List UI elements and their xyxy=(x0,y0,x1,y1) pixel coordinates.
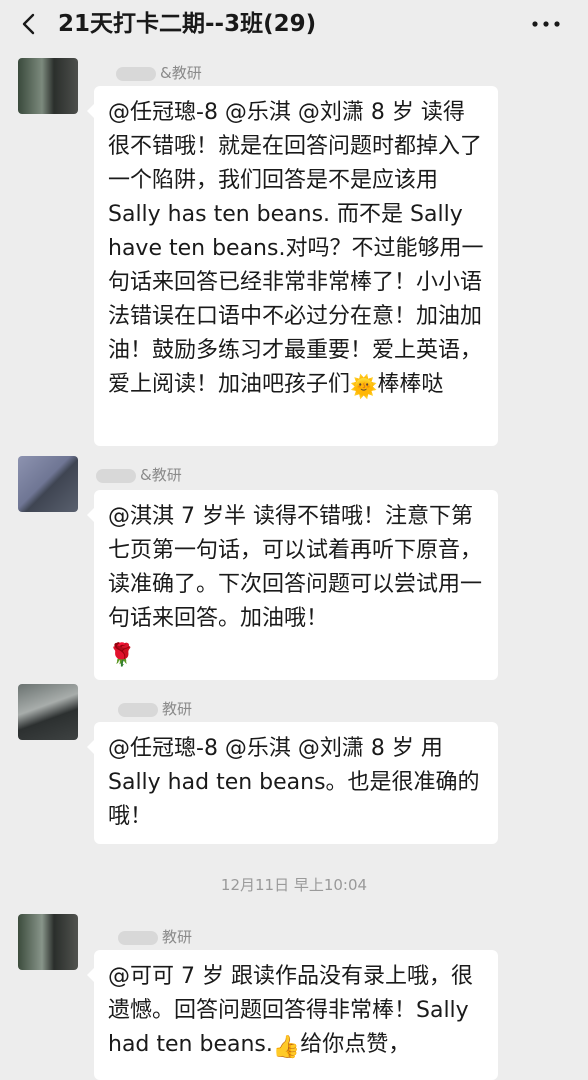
back-arrow-icon[interactable] xyxy=(18,12,42,36)
sender-name: &教研 xyxy=(116,62,202,83)
message-bubble[interactable]: @淇淇 7 岁半 读得不错哦！注意下第七页第一句话，可以试着再听下原音，读准确了… xyxy=(87,490,498,680)
chat-title: 21天打卡二期--3班(29) xyxy=(58,11,317,37)
avatar[interactable] xyxy=(18,58,78,114)
avatar[interactable] xyxy=(18,684,78,740)
blurred-name xyxy=(118,702,158,717)
sender-name: &教研 xyxy=(96,464,182,485)
sender-name: 教研 xyxy=(118,698,192,719)
message-bubble[interactable]: @任冠璁-8 @乐淇 @刘潇 8 岁 读得很不错哦！就是在回答问题时都掉入了一个… xyxy=(87,86,498,446)
chat-header: 21天打卡二期--3班(29) xyxy=(0,0,588,50)
more-options-icon[interactable] xyxy=(530,12,562,36)
blurred-name xyxy=(96,468,136,483)
message-text: @任冠璁-8 @乐淇 @刘潇 8 岁 读得很不错哦！就是在回答问题时都掉入了一个… xyxy=(108,100,484,397)
sender-name: 教研 xyxy=(118,926,192,947)
message-text: @任冠璁-8 @乐淇 @刘潇 8 岁 用 Sally had ten beans… xyxy=(108,736,480,829)
rose-emoji-icon: 🌹 xyxy=(108,643,136,668)
timestamp: 12月11日 早上10:04 xyxy=(220,876,368,894)
message-text: 给你点赞， xyxy=(300,1032,411,1057)
avatar[interactable] xyxy=(18,456,78,512)
message-text: 棒棒哒 xyxy=(377,372,444,397)
blurred-name xyxy=(116,66,156,81)
message-bubble[interactable]: @可可 7 岁 跟读作品没有录上哦，很遗憾。回答问题回答得非常棒！Sally h… xyxy=(87,950,498,1080)
sun-emoji-icon: 🌞 xyxy=(350,375,378,400)
message-bubble[interactable]: @任冠璁-8 @乐淇 @刘潇 8 岁 用 Sally had ten beans… xyxy=(87,722,498,844)
avatar[interactable] xyxy=(18,914,78,970)
blurred-name xyxy=(118,930,158,945)
message-text: @淇淇 7 岁半 读得不错哦！注意下第七页第一句话，可以试着再听下原音，读准确了… xyxy=(108,504,483,631)
